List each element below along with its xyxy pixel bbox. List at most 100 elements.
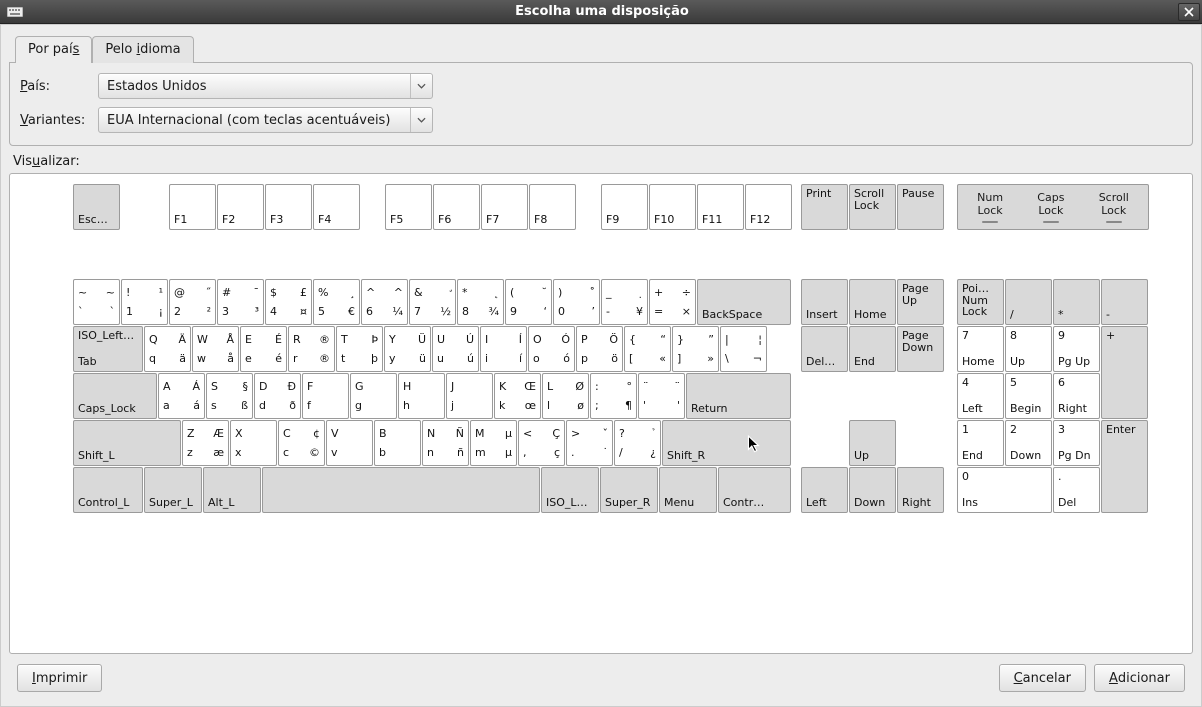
key-row1-9[interactable]: (˘9‘: [505, 279, 552, 325]
key-row3-10[interactable]: ¨¨'': [638, 373, 685, 419]
key-numpad-divide[interactable]: /: [1005, 279, 1052, 325]
key-numpad-9[interactable]: 9Pg Up: [1053, 326, 1100, 372]
key-row4-1[interactable]: Xx: [230, 420, 277, 466]
key-row4-9[interactable]: ?̉/¿: [614, 420, 661, 466]
key-insert[interactable]: Insert: [801, 279, 848, 325]
key-numpad-add[interactable]: +: [1101, 326, 1148, 419]
key-return[interactable]: Return: [686, 373, 791, 419]
key-control-right[interactable]: Contr…: [718, 467, 791, 513]
key-arrow-right[interactable]: Right: [897, 467, 944, 513]
key-row2-1[interactable]: WÅwå: [192, 326, 239, 372]
key-row4-8[interactable]: >ˇ.˙: [566, 420, 613, 466]
key-escape[interactable]: Esc…: [73, 184, 120, 230]
key-menu[interactable]: Menu: [659, 467, 717, 513]
key-f3[interactable]: F3: [265, 184, 312, 230]
key-f11[interactable]: F11: [697, 184, 744, 230]
key-row4-7[interactable]: <Ç,ç: [518, 420, 565, 466]
combo-arrow[interactable]: [410, 108, 432, 132]
key-row3-8[interactable]: LØlø: [542, 373, 589, 419]
key-row2-8[interactable]: OÓoó: [528, 326, 575, 372]
key-page-down[interactable]: Page Down: [897, 326, 944, 372]
key-row1-8[interactable]: *˛8¾: [457, 279, 504, 325]
key-row3-7[interactable]: KŒkœ: [494, 373, 541, 419]
key-numpad-4[interactable]: 4Left: [957, 373, 1004, 419]
key-row1-2[interactable]: @˝2²: [169, 279, 216, 325]
key-shift-left[interactable]: Shift_L: [73, 420, 181, 466]
key-row1-1[interactable]: !¹1¡: [121, 279, 168, 325]
key-home[interactable]: Home: [849, 279, 896, 325]
key-numpad-8[interactable]: 8Up: [1005, 326, 1052, 372]
key-numlock[interactable]: Poi… Num Lock: [957, 279, 1004, 325]
key-arrow-left[interactable]: Left: [801, 467, 848, 513]
key-f6[interactable]: F6: [433, 184, 480, 230]
key-f10[interactable]: F10: [649, 184, 696, 230]
key-f1[interactable]: F1: [169, 184, 216, 230]
key-row2-6[interactable]: UÚuú: [432, 326, 479, 372]
key-row2-4[interactable]: TÞtþ: [336, 326, 383, 372]
key-control-left[interactable]: Control_L: [73, 467, 143, 513]
key-row2-9[interactable]: PÖpö: [576, 326, 623, 372]
key-numpad-7[interactable]: 7Home: [957, 326, 1004, 372]
key-altgr[interactable]: ISO_L…: [541, 467, 599, 513]
key-numpad-decimal[interactable]: .Del: [1053, 467, 1100, 513]
key-row2-2[interactable]: EÉeé: [240, 326, 287, 372]
key-row2-3[interactable]: R®r®: [288, 326, 335, 372]
key-f5[interactable]: F5: [385, 184, 432, 230]
tab-by-country[interactable]: Por país: [15, 36, 92, 63]
key-row2-12[interactable]: |¦\¬: [720, 326, 767, 372]
key-scrlk[interactable]: Scroll Lock: [849, 184, 896, 230]
key-tab[interactable]: ISO_Left…Tab: [73, 326, 143, 372]
combo-arrow[interactable]: [410, 74, 432, 98]
key-arrow-down[interactable]: Down: [849, 467, 896, 513]
close-button[interactable]: [1178, 3, 1200, 21]
key-super-left[interactable]: Super_L: [144, 467, 202, 513]
country-combo[interactable]: Estados Unidos: [98, 73, 433, 99]
key-row1-0[interactable]: ~~``: [73, 279, 120, 325]
key-row2-10[interactable]: {“[«: [624, 326, 671, 372]
key-f4[interactable]: F4: [313, 184, 360, 230]
key-numpad-subtract[interactable]: -: [1101, 279, 1148, 325]
cancel-button[interactable]: Cancelar: [999, 664, 1086, 692]
key-row2-0[interactable]: QÄqä: [144, 326, 191, 372]
key-row2-7[interactable]: IÍií: [480, 326, 527, 372]
key-row3-1[interactable]: S§sß: [206, 373, 253, 419]
key-row4-4[interactable]: Bb: [374, 420, 421, 466]
key-capslock[interactable]: Caps_Lock: [73, 373, 157, 419]
key-numpad-multiply[interactable]: *: [1053, 279, 1100, 325]
key-end[interactable]: End: [849, 326, 896, 372]
key-row4-3[interactable]: Vv: [326, 420, 373, 466]
key-print[interactable]: Print: [801, 184, 848, 230]
key-page-up[interactable]: Page Up: [897, 279, 944, 325]
key-space[interactable]: [262, 467, 540, 513]
key-row4-2[interactable]: C¢c©: [278, 420, 325, 466]
key-row3-9[interactable]: :°;¶: [590, 373, 637, 419]
key-numpad-1[interactable]: 1End: [957, 420, 1004, 466]
key-f7[interactable]: F7: [481, 184, 528, 230]
variant-combo[interactable]: EUA Internacional (com teclas acentuávei…: [98, 107, 433, 133]
key-row3-2[interactable]: DÐdð: [254, 373, 301, 419]
key-backspace[interactable]: BackSpace: [697, 279, 791, 325]
key-row1-11[interactable]: _̣-¥: [601, 279, 648, 325]
key-delete[interactable]: Del…: [801, 326, 848, 372]
key-row1-10[interactable]: )̊0’: [553, 279, 600, 325]
key-arrow-up[interactable]: Up: [849, 420, 896, 466]
key-row3-6[interactable]: Jj: [446, 373, 493, 419]
key-row3-3[interactable]: Ff: [302, 373, 349, 419]
key-numpad-0[interactable]: 0Ins: [957, 467, 1052, 513]
key-pause[interactable]: Pause: [897, 184, 944, 230]
key-super-right[interactable]: Super_R: [600, 467, 658, 513]
key-f12[interactable]: F12: [745, 184, 792, 230]
key-numpad-enter[interactable]: Enter: [1101, 420, 1148, 513]
key-row3-0[interactable]: AÁaá: [158, 373, 205, 419]
key-f2[interactable]: F2: [217, 184, 264, 230]
key-row1-5[interactable]: %¸5€: [313, 279, 360, 325]
key-f8[interactable]: F8: [529, 184, 576, 230]
key-row3-4[interactable]: Gg: [350, 373, 397, 419]
key-row1-12[interactable]: +÷=×: [649, 279, 696, 325]
add-button[interactable]: Adicionar: [1094, 664, 1185, 692]
key-row4-6[interactable]: Mµmµ: [470, 420, 517, 466]
key-row2-5[interactable]: YÜyü: [384, 326, 431, 372]
key-shift-right[interactable]: Shift_R: [662, 420, 791, 466]
tab-by-language[interactable]: Pelo idioma: [92, 36, 193, 63]
key-alt-left[interactable]: Alt_L: [203, 467, 261, 513]
